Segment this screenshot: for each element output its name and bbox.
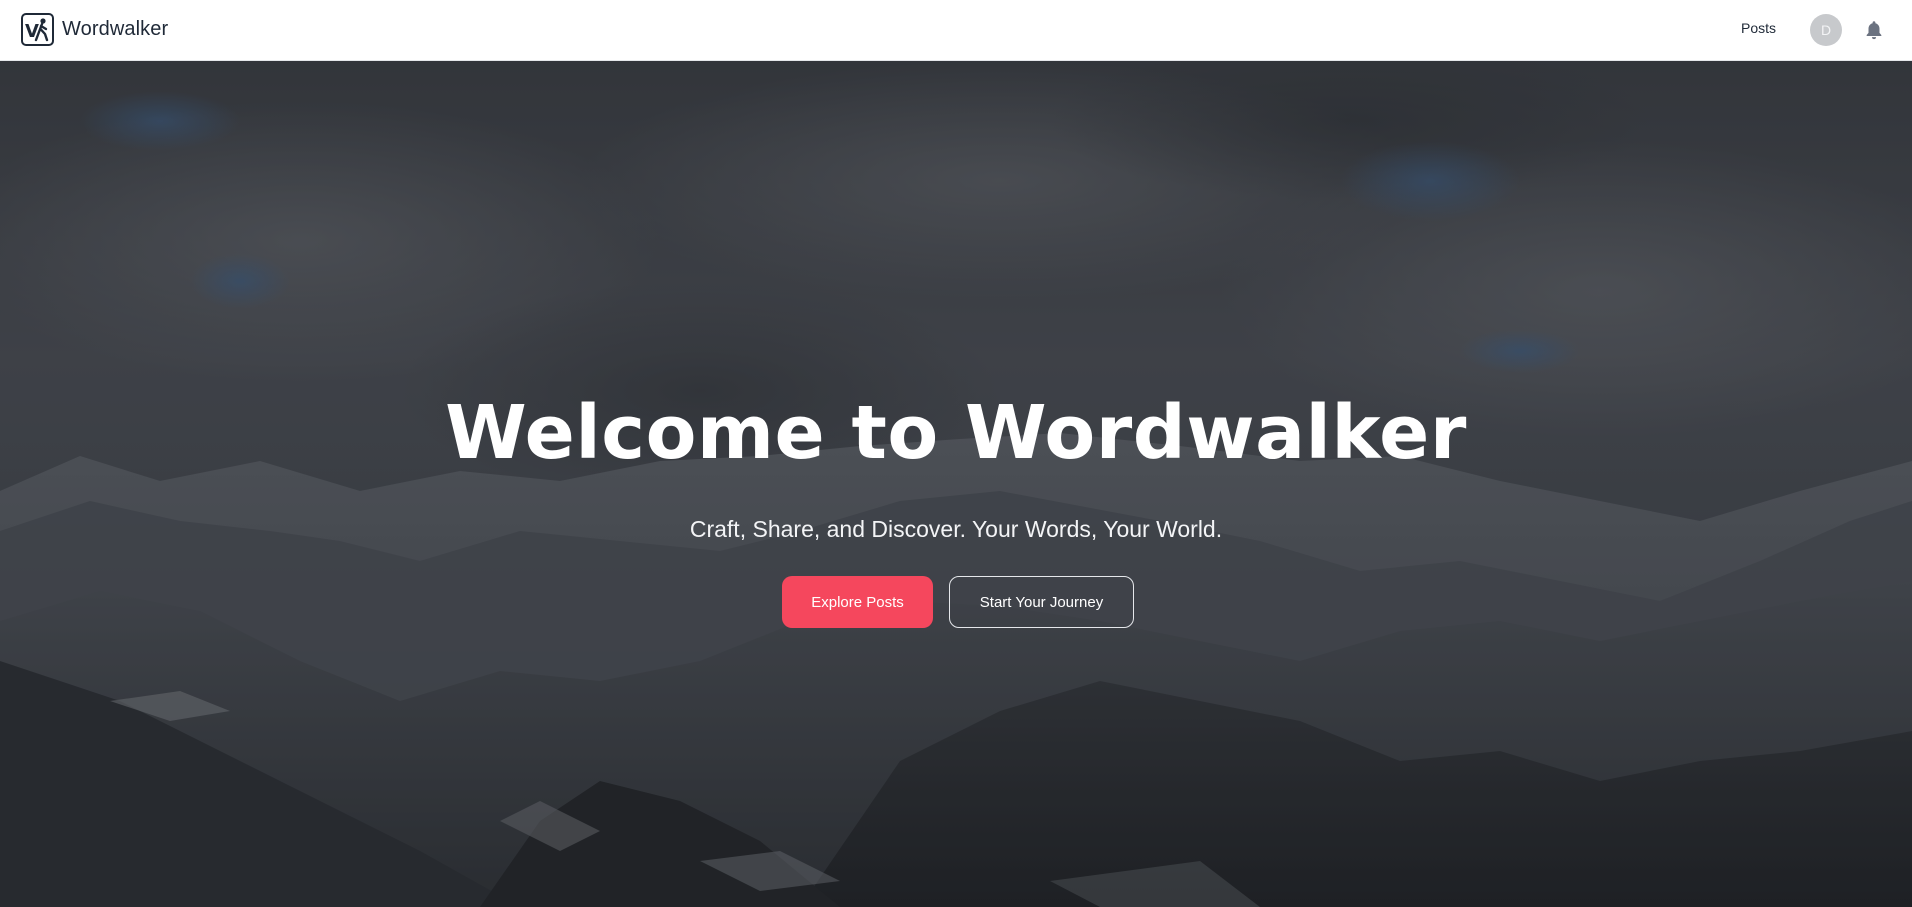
top-navbar: V Wordwalker Posts D	[0, 0, 1912, 61]
hero-subtitle: Craft, Share, and Discover. Your Words, …	[689, 516, 1223, 542]
brand-name: Wordwalker	[62, 18, 169, 40]
explore-posts-button[interactable]: Explore Posts	[782, 576, 933, 628]
hero-content: Welcome to Wordwalker Craft, Share, and …	[0, 61, 1912, 907]
start-journey-button[interactable]: Start Your Journey	[949, 576, 1134, 628]
brand-home-link[interactable]: V Wordwalker	[21, 13, 168, 46]
nav-link-posts[interactable]: Posts	[1741, 20, 1776, 36]
bell-icon[interactable]	[1863, 19, 1885, 41]
hero-section: Welcome to Wordwalker Craft, Share, and …	[0, 61, 1912, 907]
hero-title: Welcome to Wordwalker	[445, 390, 1467, 476]
user-avatar[interactable]: D	[1810, 14, 1842, 46]
avatar-initial: D	[1820, 22, 1832, 38]
walker-logo-icon: V	[21, 13, 54, 46]
